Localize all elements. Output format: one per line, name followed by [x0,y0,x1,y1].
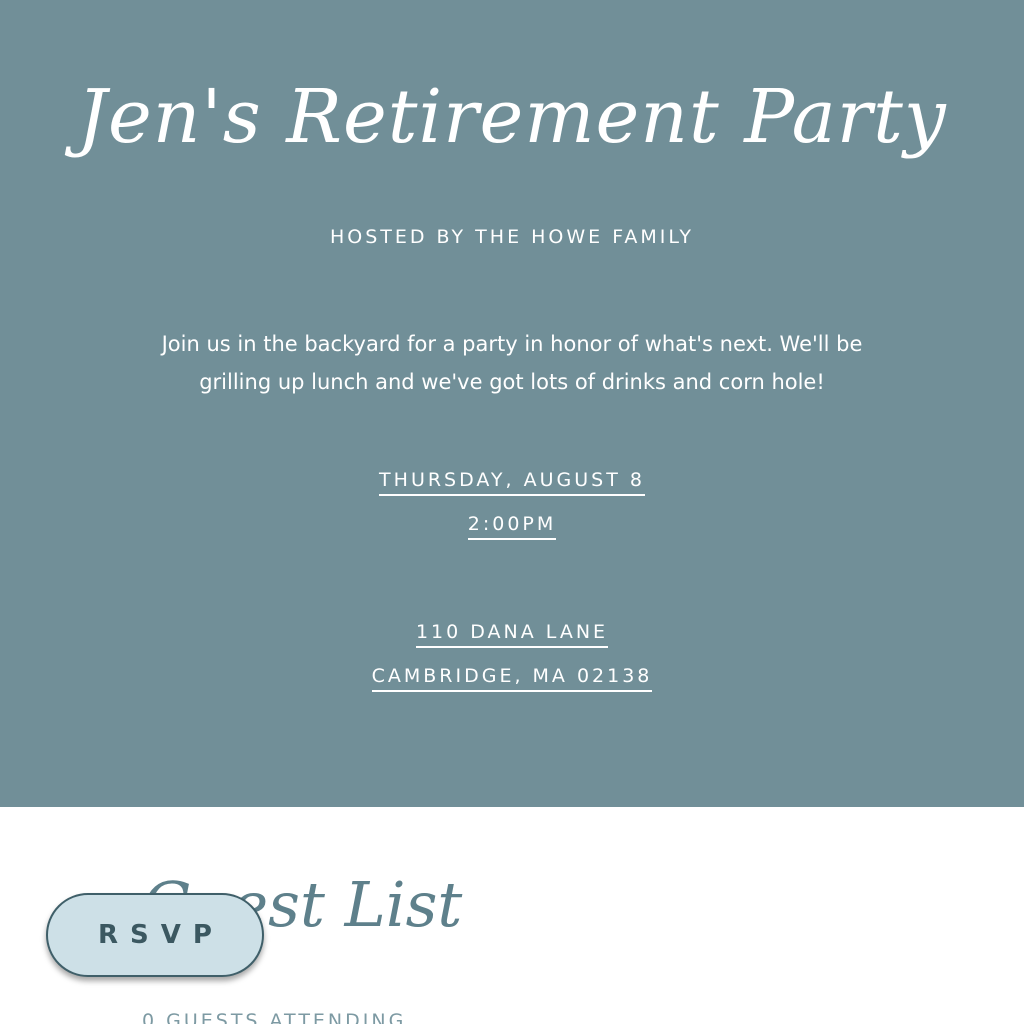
time-row: 2:00PM [0,512,1024,540]
event-title: Jen's Retirement Party [77,74,947,160]
event-time-link[interactable]: 2:00PM [467,512,557,540]
rsvp-button[interactable]: RSVP [46,893,264,977]
address-line1-row: 110 DANA LANE [0,620,1024,648]
hosted-by-text: HOSTED BY THE HOWE FAMILY [329,226,695,248]
event-description: Join us in the backyard for a party in h… [161,332,863,394]
guest-count-text: 0 GUESTS ATTENDING [142,1010,407,1024]
address-line2-link[interactable]: CAMBRIDGE, MA 02138 [371,664,653,692]
address-line2-row: CAMBRIDGE, MA 02138 [0,664,1024,692]
date-row: THURSDAY, AUGUST 8 [0,468,1024,496]
address-line1-link[interactable]: 110 DANA LANE [415,620,609,648]
invitation-header: Jen's Retirement Party HOSTED BY THE HOW… [0,0,1024,807]
event-date-link[interactable]: THURSDAY, AUGUST 8 [379,468,645,496]
